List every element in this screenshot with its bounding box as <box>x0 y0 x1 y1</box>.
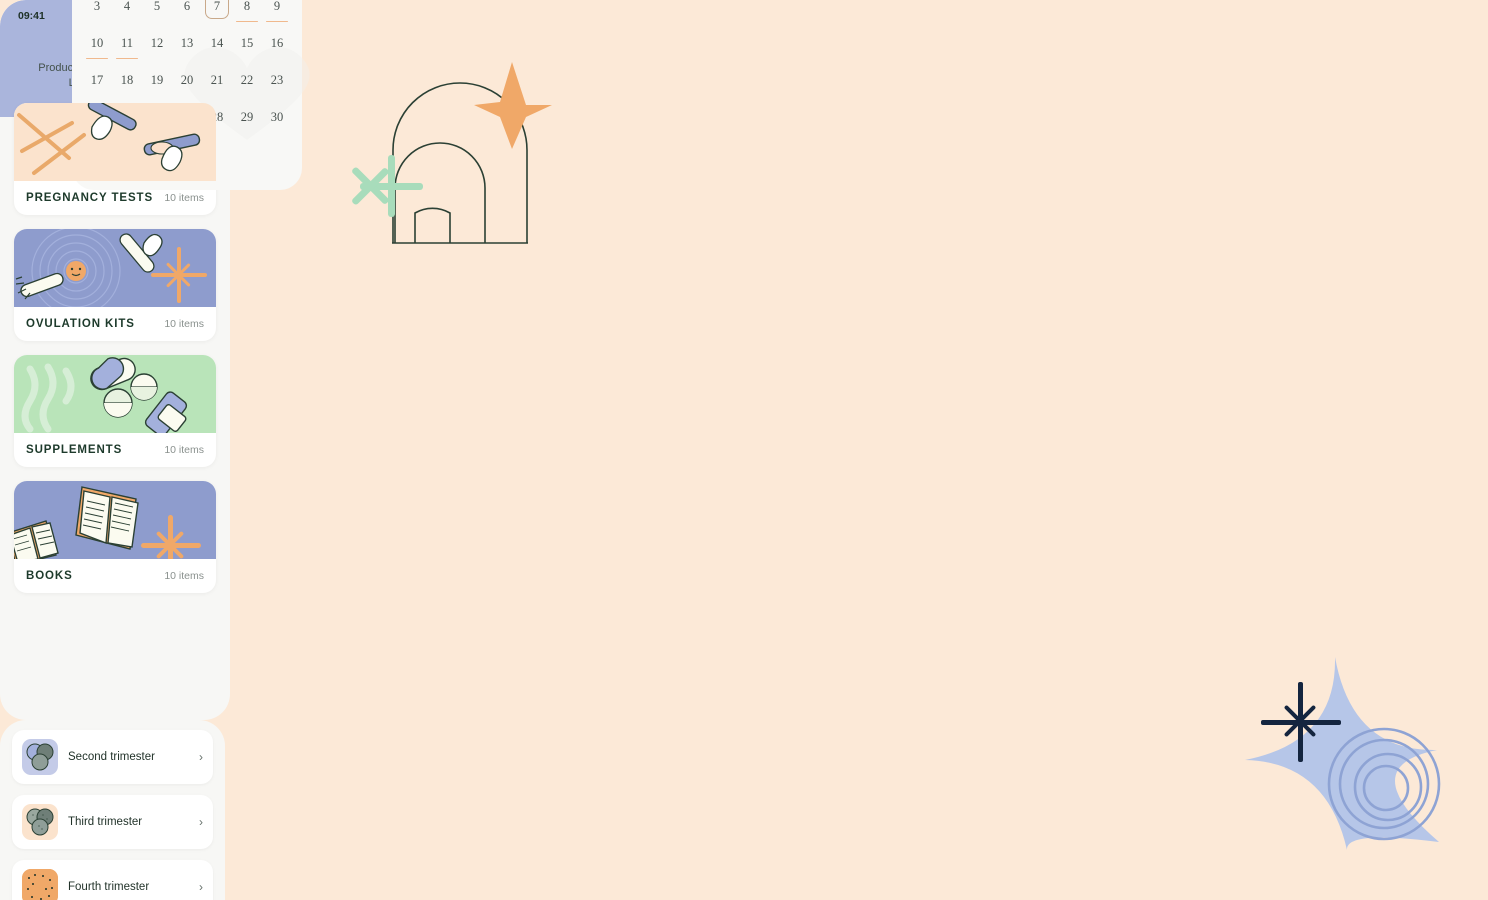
category-thumbnail <box>14 228 216 307</box>
trimester-thumbnail <box>22 869 58 900</box>
calendar-day[interactable]: 3 <box>82 0 112 19</box>
calendar-day[interactable]: 6 <box>172 0 202 19</box>
category-thumbnail <box>14 102 216 181</box>
calendar-day[interactable]: 13 <box>172 30 202 56</box>
calendar-day[interactable]: 14 <box>202 30 232 56</box>
calendar-day[interactable]: 23 <box>262 67 292 93</box>
calendar-day[interactable]: 12 <box>142 30 172 56</box>
trimester-list[interactable]: Second trimester › Third trimester › Fou… <box>0 720 225 900</box>
trimester-thumbnail <box>22 804 58 840</box>
trimester-row[interactable]: Fourth trimester › <box>12 860 213 900</box>
calendar-day[interactable]: 30 <box>262 104 292 130</box>
calendar-day[interactable]: 21 <box>202 67 232 93</box>
calendar-day[interactable]: 29 <box>232 104 262 130</box>
category-caption: OVULATION KITS 10 items <box>14 307 216 341</box>
category-caption: BOOKS 10 items <box>14 559 216 593</box>
category-caption: SUPPLEMENTS 10 items <box>14 433 216 467</box>
shop-category-card[interactable]: PREGNANCY TESTS 10 items <box>14 102 216 215</box>
calendar-day[interactable]: 9 <box>262 0 292 22</box>
shop-phone-screen[interactable]: 09:41 SHOP Products <box>0 0 230 720</box>
calendar-day[interactable]: 8 <box>232 0 262 22</box>
shop-category-card[interactable]: BOOKS 10 items <box>14 480 216 593</box>
trimester-label: Second trimester <box>68 751 155 763</box>
trimester-thumbnail <box>22 739 58 775</box>
calendar-day[interactable]: 10 <box>82 30 112 59</box>
shop-category-list[interactable]: PREGNANCY TESTS 10 items OVULATION KITS … <box>0 102 230 593</box>
calendar-day[interactable]: 17 <box>82 67 112 93</box>
status-time: 09:41 <box>18 10 45 22</box>
calendar-day[interactable]: 15 <box>232 30 262 56</box>
trimester-row[interactable]: Third trimester › <box>12 795 213 849</box>
calendar-day[interactable]: 20 <box>172 67 202 93</box>
category-name: OVULATION KITS <box>26 317 135 330</box>
trimester-screen[interactable]: Second trimester › Third trimester › Fou… <box>0 720 225 900</box>
chevron-right-icon: › <box>199 750 203 764</box>
category-name: BOOKS <box>26 569 73 582</box>
category-count: 10 items <box>164 443 204 456</box>
chevron-right-icon: › <box>199 815 203 829</box>
calendar-day[interactable]: 4 <box>112 0 142 19</box>
category-thumbnail <box>14 480 216 559</box>
trimester-label: Fourth trimester <box>68 881 150 893</box>
trimester-row[interactable]: Second trimester › <box>12 730 213 784</box>
calendar-day[interactable]: 22 <box>232 67 262 93</box>
category-count: 10 items <box>164 191 204 204</box>
category-name: SUPPLEMENTS <box>26 443 123 456</box>
chevron-right-icon: › <box>199 880 203 894</box>
calendar-day[interactable]: 7 <box>205 0 229 19</box>
spiral-star-illustration <box>1245 657 1441 850</box>
category-count: 10 items <box>164 317 204 330</box>
calendar-day[interactable]: 5 <box>142 0 172 19</box>
calendar-day[interactable]: 16 <box>262 30 292 56</box>
category-count: 10 items <box>164 569 204 582</box>
screenshot-canvas: 2728293031123456789101112131415161718192… <box>0 0 1488 900</box>
calendar-day[interactable]: 11 <box>112 30 142 59</box>
calendar-day[interactable]: 18 <box>112 67 142 93</box>
shop-category-card[interactable]: SUPPLEMENTS 10 items <box>14 354 216 467</box>
shop-category-card[interactable]: OVULATION KITS 10 items <box>14 228 216 341</box>
trimester-label: Third trimester <box>68 816 143 828</box>
category-name: PREGNANCY TESTS <box>26 191 154 204</box>
arch-illustration <box>352 62 552 244</box>
calendar-day[interactable]: 19 <box>142 67 172 93</box>
category-thumbnail <box>14 354 216 433</box>
